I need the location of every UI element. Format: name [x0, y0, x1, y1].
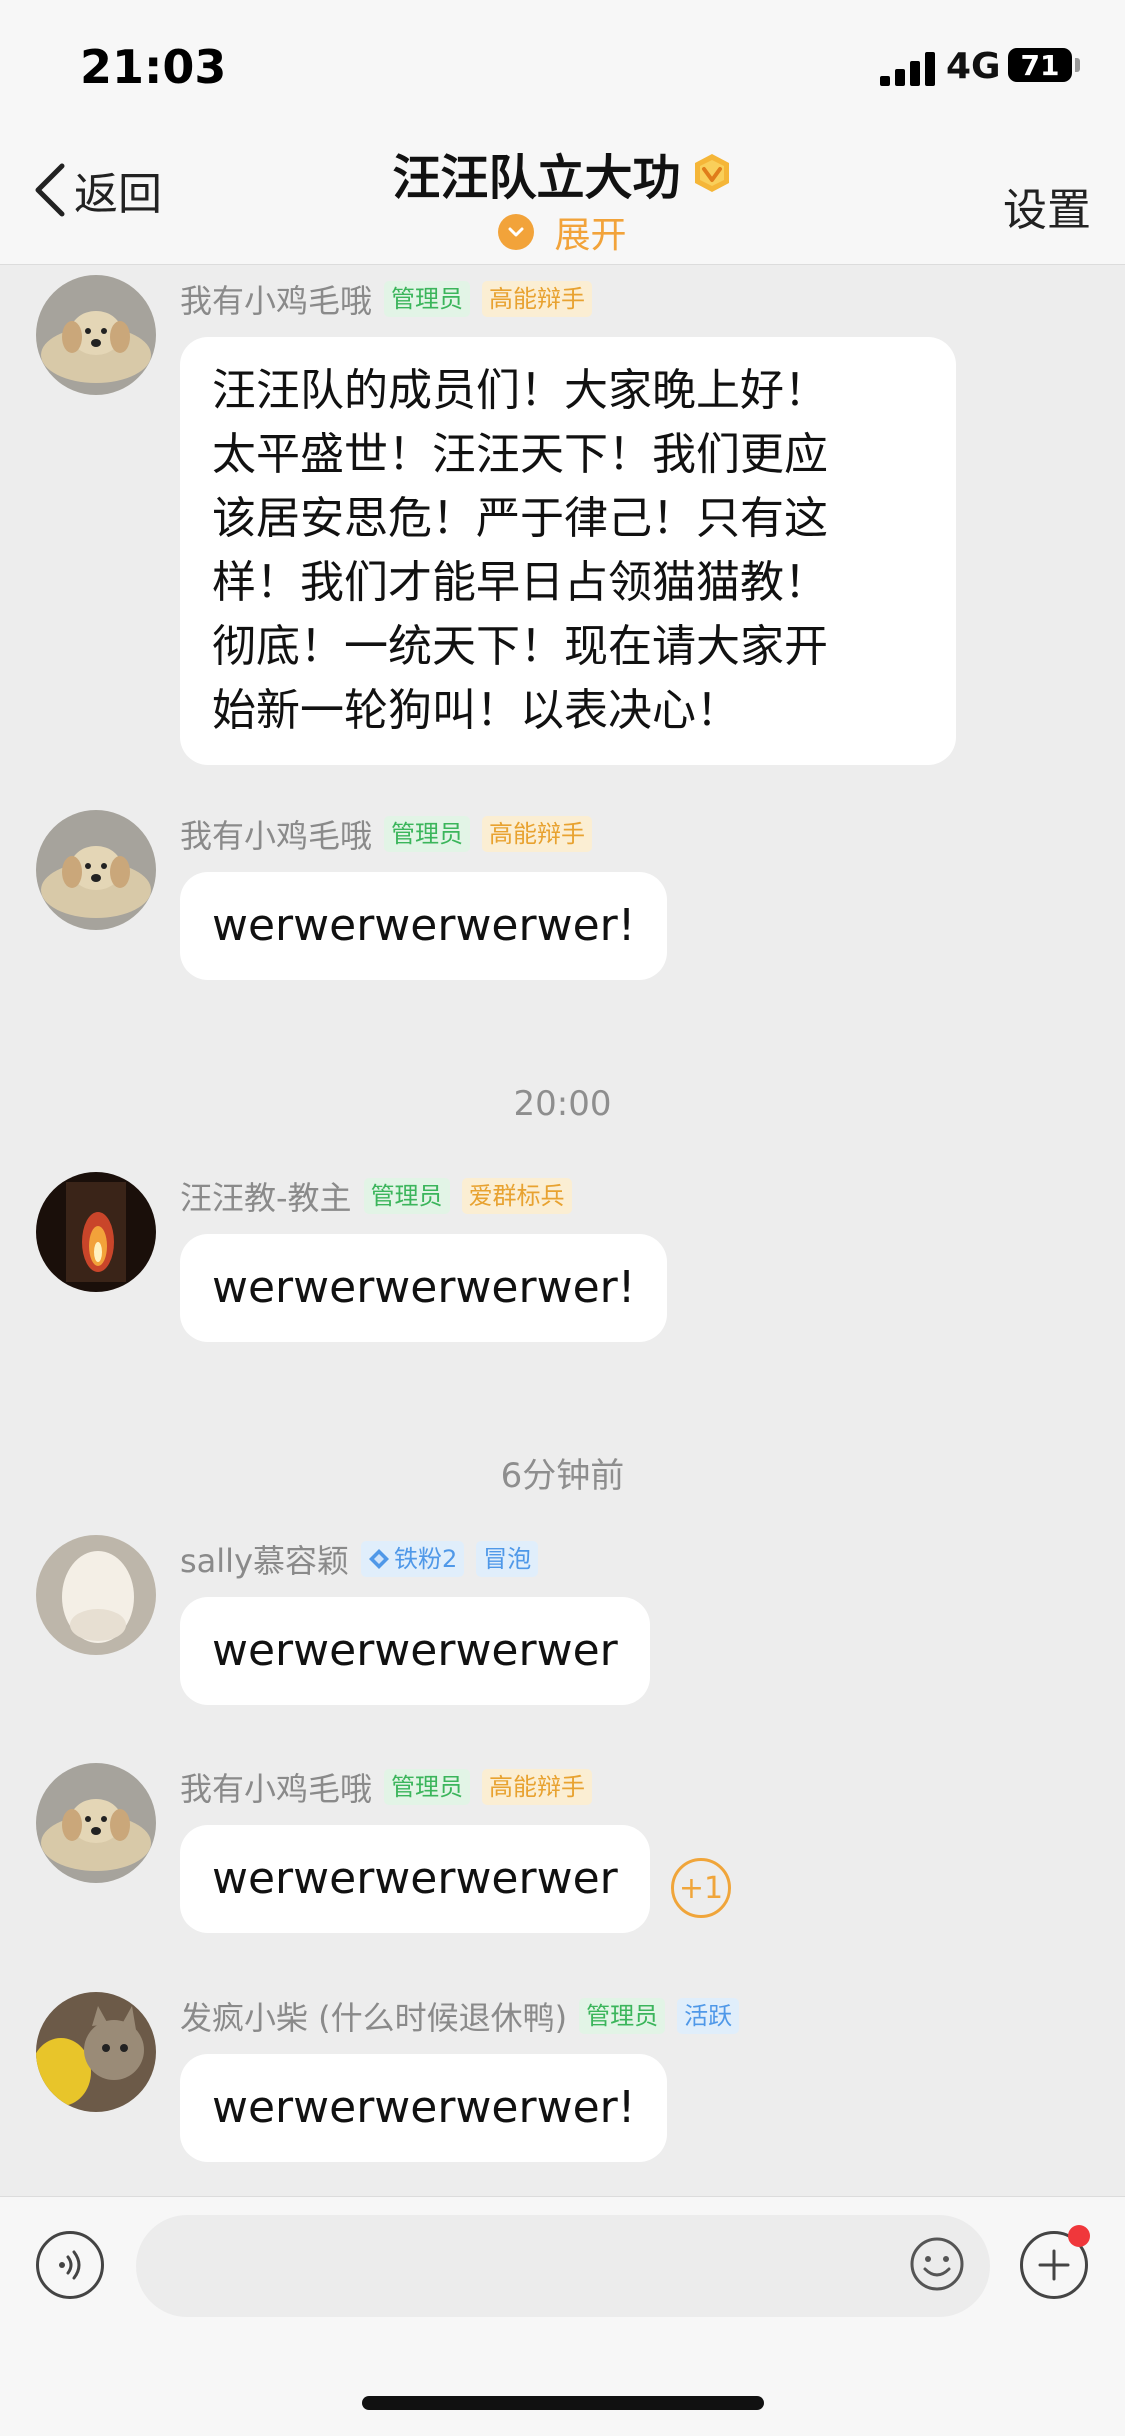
- admin-tag: 管理员: [579, 1998, 666, 2034]
- message-bubble[interactable]: 汪汪队的成员们！大家晚上好！ 太平盛世！汪汪天下！我们更应 该居安思危！严于律己…: [180, 337, 956, 765]
- admin-tag: 管理员: [384, 816, 471, 852]
- timestamp: 20:00: [513, 1084, 612, 1124]
- message-bubble[interactable]: werwerwerwerwer: [180, 1597, 650, 1705]
- admin-tag: 管理员: [384, 1769, 471, 1805]
- timestamp: 6分钟前: [500, 1456, 625, 1496]
- network-type: 4G: [946, 46, 1001, 87]
- sender-name[interactable]: 我有小鸡毛哦: [180, 1764, 372, 1810]
- fire-avatar-image: [36, 1172, 156, 1292]
- group-title-area: 汪汪队立大功: [0, 138, 1125, 208]
- status-time: 21:03: [80, 40, 227, 94]
- fan-tag-label: 铁粉2: [394, 1545, 458, 1573]
- signal-icon: [880, 52, 935, 86]
- avatar[interactable]: [36, 1535, 156, 1655]
- expand-toggle[interactable]: 展开: [0, 206, 1125, 258]
- dog-avatar-image: [36, 1763, 156, 1883]
- message-line: 彻底！一统天下！现在请大家开: [212, 621, 828, 672]
- message-bubble[interactable]: werwerwerwerwer!: [180, 2054, 668, 2162]
- message-item: 发疯小柴 (什么时候退休鸭) 管理员 活跃 werwerwerwerwer!: [0, 1992, 1125, 2182]
- diamond-icon: [369, 1549, 390, 1569]
- status-bar: 21:03 4G 71: [0, 0, 1125, 130]
- title-tag: 高能辩手: [482, 816, 593, 852]
- sender-name[interactable]: 我有小鸡毛哦: [180, 276, 372, 322]
- message-bubble[interactable]: werwerwerwerwer!: [180, 1234, 668, 1342]
- message-meta: 我有小鸡毛哦 管理员 高能辩手: [180, 1764, 604, 1810]
- activity-tag: 冒泡: [476, 1541, 539, 1577]
- battery-icon: 71: [1008, 48, 1072, 82]
- chat-header: 返回 汪汪队立大功 展开 设置: [0, 130, 1125, 265]
- notification-dot: [1068, 2225, 1090, 2247]
- message-item: sally慕容颖 铁粉2 冒泡 werwerwerwerwer: [0, 1535, 1125, 1725]
- message-line: 样！我们才能早日占领猫猫教！: [212, 557, 828, 608]
- message-input[interactable]: [136, 2215, 990, 2317]
- sender-name[interactable]: sally慕容颖: [180, 1536, 349, 1582]
- message-meta: 我有小鸡毛哦 管理员 高能辩手: [180, 276, 604, 322]
- message-meta: 发疯小柴 (什么时候退休鸭) 管理员 活跃: [180, 1993, 751, 2039]
- message-line: 汪汪队的成员们！大家晚上好！: [212, 365, 828, 416]
- settings-button[interactable]: 设置: [1003, 174, 1091, 238]
- avatar[interactable]: [36, 275, 156, 395]
- avatar[interactable]: [36, 1172, 156, 1292]
- message-meta: sally慕容颖 铁粉2 冒泡: [180, 1536, 550, 1582]
- battery-tip: [1075, 58, 1080, 72]
- dog-avatar-image: [36, 810, 156, 930]
- message-line: 太平盛世！汪汪天下！我们更应: [212, 429, 828, 480]
- message-meta: 我有小鸡毛哦 管理员 高能辩手: [180, 811, 604, 857]
- message-bubble[interactable]: werwerwerwerwer: [180, 1825, 650, 1933]
- message-bubble[interactable]: werwerwerwerwer!: [180, 872, 668, 980]
- admin-tag: 管理员: [363, 1178, 450, 1214]
- group-title[interactable]: 汪汪队立大功: [392, 138, 680, 208]
- emoji-icon[interactable]: [908, 2235, 966, 2293]
- dog-avatar-image: [36, 275, 156, 395]
- title-tag: 高能辩手: [482, 281, 593, 317]
- voice-icon: [59, 2250, 81, 2280]
- cat-avatar-image: [36, 1992, 156, 2112]
- message-item: 我有小鸡毛哦 管理员 高能辩手 werwerwerwerwer!: [0, 810, 1125, 1000]
- title-tag: 爱群标兵: [461, 1178, 572, 1214]
- expand-label: 展开: [554, 215, 627, 256]
- sender-name[interactable]: 我有小鸡毛哦: [180, 811, 372, 857]
- home-indicator[interactable]: [362, 2396, 764, 2410]
- message-line: 始新一轮狗叫！以表决心！: [212, 685, 740, 736]
- title-tag: 高能辩手: [482, 1769, 593, 1805]
- message-item: 我有小鸡毛哦 管理员 高能辩手 汪汪队的成员们！大家晚上好！ 太平盛世！汪汪天下…: [0, 275, 1125, 765]
- message-line: 该居安思危！严于律己！只有这: [212, 493, 828, 544]
- sender-name[interactable]: 发疯小柴 (什么时候退休鸭): [180, 1993, 567, 2039]
- sender-name[interactable]: 汪汪教-教主: [180, 1173, 352, 1219]
- activity-tag: 活跃: [677, 1998, 740, 2034]
- avatar[interactable]: [36, 1992, 156, 2112]
- verified-badge-icon: [694, 154, 729, 192]
- avatar[interactable]: [36, 810, 156, 930]
- avatar[interactable]: [36, 1763, 156, 1883]
- fan-tag: 铁粉2: [361, 1541, 465, 1577]
- plus-one-button[interactable]: +1: [671, 1858, 731, 1918]
- battery-level: 71: [1020, 48, 1060, 82]
- admin-tag: 管理员: [384, 281, 471, 317]
- message-meta: 汪汪教-教主 管理员 爱群标兵: [180, 1173, 584, 1219]
- message-item: 我有小鸡毛哦 管理员 高能辩手 werwerwerwerwer +1: [0, 1763, 1125, 1953]
- plus-icon: [1038, 2249, 1070, 2281]
- paw-avatar-image: [36, 1535, 156, 1655]
- voice-button[interactable]: [36, 2231, 104, 2299]
- chevron-down-icon: [498, 214, 535, 250]
- message-item: 汪汪教-教主 管理员 爱群标兵 werwerwerwerwer!: [0, 1172, 1125, 1362]
